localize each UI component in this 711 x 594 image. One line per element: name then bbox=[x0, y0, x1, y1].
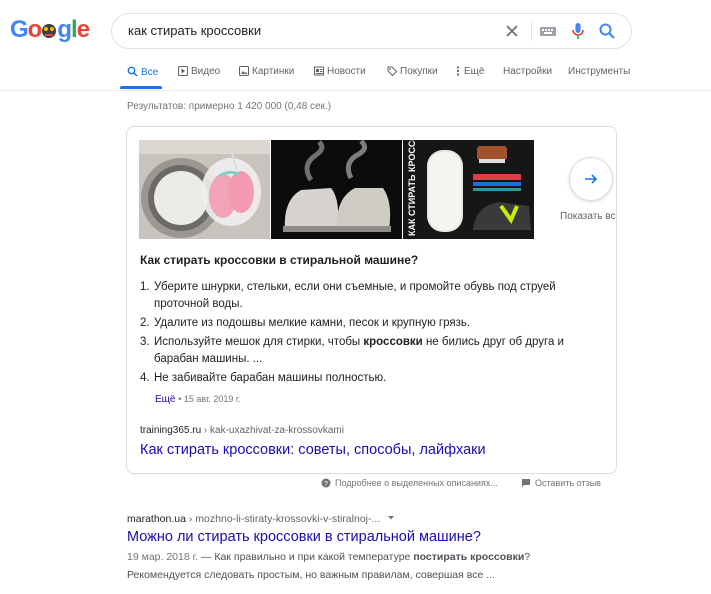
svg-text:?: ? bbox=[324, 481, 328, 488]
step-text: Используйте мешок для стирки, чтобы bbox=[154, 336, 364, 348]
video-icon bbox=[178, 66, 188, 76]
result-url: marathon.ua › mozhno-li-stiraty-krossovk… bbox=[127, 513, 395, 525]
snippet-question: Как стирать кроссовки в стиральной машин… bbox=[140, 253, 419, 267]
help-icon: ? bbox=[321, 478, 331, 488]
result-date: 19 мар. 2018 г. bbox=[127, 551, 199, 563]
step-text: Удалите из подошвы мелкие камни, песок и… bbox=[154, 317, 471, 329]
step-text: Уберите шнурки, стельки, если они съемны… bbox=[154, 281, 556, 310]
news-icon bbox=[314, 66, 324, 76]
result-text: — Как правильно и при какой температуре bbox=[198, 551, 414, 563]
tab-shopping[interactable]: Покупки bbox=[387, 66, 438, 77]
tab-news[interactable]: Новости bbox=[314, 66, 366, 77]
snippet-image[interactable] bbox=[271, 140, 402, 239]
logo-letter: G bbox=[10, 16, 29, 43]
list-item: 3. Используйте мешок для стирки, чтобы кр… bbox=[140, 334, 590, 368]
snippet-more: Ещё • 15 авг. 2019 г. bbox=[155, 394, 241, 405]
tab-label: Картинки bbox=[252, 66, 295, 77]
snippet-source-title[interactable]: Как стирать кроссовки: советы, способы, … bbox=[140, 442, 486, 458]
tab-label: Настройки bbox=[503, 66, 553, 77]
result-path: › mozhno-li-stiraty-krossovki-v-stiralno… bbox=[185, 513, 381, 525]
image-icon bbox=[239, 66, 249, 76]
tab-label: Покупки bbox=[400, 66, 438, 77]
show-all-link[interactable]: Показать все bbox=[560, 211, 616, 222]
result-highlight: постирать кроссовки bbox=[413, 551, 525, 563]
feedback-label: Оставить отзыв bbox=[535, 478, 601, 488]
tab-images[interactable]: Картинки bbox=[239, 66, 294, 77]
logo-letter: e bbox=[76, 16, 90, 43]
snippet-image[interactable]: КАК СТИРАТЬ КРОССОВКИ bbox=[403, 140, 534, 239]
tab-label: Все bbox=[141, 67, 159, 78]
header-divider bbox=[0, 90, 711, 91]
google-logo[interactable]: Go gle bbox=[10, 16, 90, 44]
steaming-sneakers-image bbox=[271, 140, 402, 239]
tab-settings[interactable]: Настройки bbox=[503, 66, 552, 77]
step-number: 2. bbox=[140, 317, 150, 329]
search-icon[interactable] bbox=[597, 21, 617, 41]
washing-machine-sneakers-image bbox=[139, 140, 270, 239]
feedback-link[interactable]: Оставить отзыв bbox=[521, 478, 601, 488]
tab-all[interactable]: Все bbox=[127, 66, 158, 78]
about-snippets-label: Подробнее о выделенных описаниях... bbox=[335, 478, 498, 488]
step-number: 4. bbox=[140, 372, 150, 384]
close-icon[interactable] bbox=[502, 21, 522, 41]
tab-label: Видео bbox=[191, 66, 221, 77]
logo-letter: o bbox=[27, 16, 43, 43]
carousel-next-button[interactable] bbox=[569, 157, 613, 201]
more-link[interactable]: Ещё bbox=[155, 394, 175, 405]
search-divider bbox=[531, 21, 532, 41]
tab-video[interactable]: Видео bbox=[178, 66, 220, 77]
arrow-right-icon bbox=[585, 174, 598, 184]
result-text: ? bbox=[524, 551, 531, 563]
list-item: 4. Не забивайте барабан машины полностью. bbox=[140, 370, 590, 387]
snippet-steps: 1. Уберите шнурки, стельки, если они съем… bbox=[140, 279, 590, 389]
logo-letter: g bbox=[57, 16, 72, 43]
tab-label: Инструменты bbox=[568, 66, 631, 77]
snippet-source-url: training365.ru › kak-uxazhivat-za-krosso… bbox=[140, 425, 344, 436]
about-snippets-link[interactable]: ? Подробнее о выделенных описаниях... bbox=[321, 478, 498, 488]
step-number: 1. bbox=[140, 281, 150, 293]
chevron-down-icon[interactable] bbox=[387, 515, 395, 521]
snippet-date: 15 авг. 2019 г. bbox=[183, 394, 241, 404]
tab-more[interactable]: Ещё bbox=[455, 66, 484, 77]
keyboard-icon[interactable] bbox=[538, 21, 558, 41]
list-item: 1. Уберите шнурки, стельки, если они съем… bbox=[140, 279, 590, 313]
search-input[interactable]: как стирать кроссовки bbox=[128, 23, 261, 38]
featured-snippet: КАК СТИРАТЬ КРОССОВКИ Показать все Как с… bbox=[126, 126, 617, 474]
image-caption: КАК СТИРАТЬ КРОССОВКИ bbox=[407, 140, 417, 236]
source-domain: training365.ru bbox=[140, 425, 202, 436]
tab-label: Ещё bbox=[464, 66, 485, 77]
result-domain: marathon.ua bbox=[127, 513, 186, 525]
search-tabs: Все Видео Картинки Новости Покупки Ещё Н… bbox=[0, 62, 711, 90]
list-item: 2. Удалите из подошвы мелкие камни, песок… bbox=[140, 315, 590, 332]
source-path: › kak-uxazhivat-za-krossovkami bbox=[201, 425, 344, 436]
mic-icon[interactable] bbox=[568, 21, 588, 41]
sneaker-cleaning-kit-image: КАК СТИРАТЬ КРОССОВКИ bbox=[403, 140, 534, 239]
doodle-icon bbox=[41, 18, 57, 38]
snippet-image[interactable] bbox=[139, 140, 270, 239]
search-box[interactable]: как стирать кроссовки bbox=[111, 13, 632, 49]
active-tab-indicator bbox=[120, 86, 162, 89]
tab-label: Новости bbox=[327, 66, 366, 77]
step-number: 3. bbox=[140, 336, 150, 348]
tab-tools[interactable]: Инструменты bbox=[568, 66, 630, 77]
result-stats: Результатов: примерно 1 420 000 (0,48 се… bbox=[127, 101, 332, 112]
search-icon bbox=[127, 66, 138, 77]
tag-icon bbox=[387, 66, 398, 77]
result-snippet-line: Рекомендуется следовать простым, но важн… bbox=[127, 569, 495, 581]
result-snippet-line: 19 мар. 2018 г. — Как правильно и при ка… bbox=[127, 551, 530, 563]
step-text: Не забивайте барабан машины полностью. bbox=[154, 372, 387, 384]
result-title[interactable]: Можно ли стирать кроссовки в стиральной … bbox=[127, 529, 481, 545]
more-vert-icon bbox=[456, 66, 460, 76]
step-highlight: кроссовки bbox=[363, 336, 423, 348]
feedback-icon bbox=[522, 479, 530, 487]
